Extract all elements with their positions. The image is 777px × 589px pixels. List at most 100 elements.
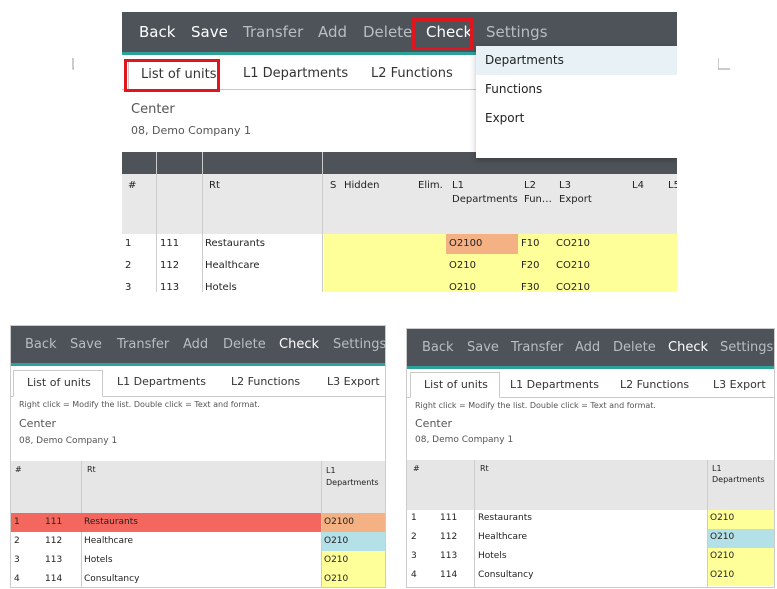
bl-row-4-num: 4: [14, 574, 20, 584]
top-grid-col-divider: [156, 152, 157, 292]
tab-l3-export[interactable]: L3 Export: [713, 378, 766, 391]
dropdown-item-export[interactable]: Export: [476, 104, 677, 133]
col-header-l1-line2: Departments: [712, 475, 765, 484]
check-button[interactable]: Check: [279, 337, 319, 352]
col-header-l1-line1: L1: [326, 466, 336, 475]
tab-l1-departments[interactable]: L1 Departments: [510, 378, 599, 391]
delete-button[interactable]: Delete: [363, 23, 412, 41]
bl-row-3-l1[interactable]: O210: [324, 555, 348, 565]
tab-l2-functions[interactable]: L2 Functions: [620, 378, 689, 391]
delete-button[interactable]: Delete: [613, 340, 656, 355]
settings-button[interactable]: Settings: [486, 23, 548, 41]
bl-row-1-name[interactable]: Restaurants: [84, 517, 138, 527]
bottom-right-panel: Back Save Transfer Add Delete Check Sett…: [406, 328, 775, 588]
transfer-button[interactable]: Transfer: [243, 23, 303, 41]
top-row-3-l3[interactable]: CO210: [556, 282, 590, 292]
save-button[interactable]: Save: [70, 337, 102, 352]
check-button[interactable]: Check: [668, 340, 708, 355]
bl-row-2-l1[interactable]: O210: [324, 536, 348, 546]
save-button[interactable]: Save: [467, 340, 499, 355]
center-label: Center: [131, 102, 175, 117]
top-row-3-name[interactable]: Hotels: [205, 282, 237, 292]
top-row-2-code: 112: [160, 260, 180, 271]
tab-l1-departments[interactable]: L1 Departments: [243, 66, 348, 81]
br-row-2-name[interactable]: Healthcare: [478, 532, 527, 542]
br-row-3-l1[interactable]: O210: [710, 551, 734, 561]
top-row-1-l2[interactable]: F10: [521, 238, 539, 249]
check-highlight-box: [412, 18, 473, 50]
tab-l1-departments[interactable]: L1 Departments: [117, 375, 206, 388]
tab-l2-functions[interactable]: L2 Functions: [231, 375, 300, 388]
top-row-3-l2[interactable]: F30: [521, 282, 539, 292]
br-row-3-name[interactable]: Hotels: [478, 551, 507, 561]
back-button[interactable]: Back: [139, 23, 175, 41]
br-row-1-num: 1: [411, 513, 417, 523]
company-value: 08, Demo Company 1: [131, 124, 251, 137]
br-row-3-num: 3: [411, 551, 417, 561]
br-row-1-name[interactable]: Restaurants: [478, 513, 532, 523]
col-header-l5: L5: [668, 180, 677, 191]
br-toolbar: Back Save Transfer Add Delete Check Sett…: [407, 329, 774, 369]
top-panel: Back Save Transfer Add Delete Check Sett…: [122, 12, 677, 292]
top-row-2-l3[interactable]: CO210: [556, 260, 590, 271]
col-header-l2-line2: Fun…: [524, 194, 552, 205]
corner-mark-left: [72, 58, 74, 70]
delete-button[interactable]: Delete: [223, 337, 266, 352]
top-row-1-l1[interactable]: O2100: [449, 238, 482, 249]
top-row-2-l1[interactable]: O210: [449, 260, 476, 271]
back-button[interactable]: Back: [25, 337, 57, 352]
top-row-1-l3[interactable]: CO210: [556, 238, 590, 249]
top-row-3-l1[interactable]: O210: [449, 282, 476, 292]
bl-row-2-num: 2: [14, 536, 20, 546]
top-row-1-name[interactable]: Restaurants: [205, 238, 265, 249]
settings-button[interactable]: Settings: [333, 337, 385, 352]
transfer-button[interactable]: Transfer: [117, 337, 169, 352]
bl-row-2-name[interactable]: Healthcare: [84, 536, 133, 546]
settings-button[interactable]: Settings: [720, 340, 773, 355]
bl-row-4-code: 114: [45, 574, 63, 584]
add-button[interactable]: Add: [318, 23, 347, 41]
br-row-2-l1[interactable]: O210: [710, 532, 734, 542]
top-row-2-l2[interactable]: F20: [521, 260, 539, 271]
tab-l3-export[interactable]: L3 Export: [327, 375, 380, 388]
dropdown-item-functions[interactable]: Functions: [476, 75, 677, 104]
add-button[interactable]: Add: [575, 340, 600, 355]
bl-row-1-l1[interactable]: O2100: [324, 517, 354, 527]
bl-row-3-name[interactable]: Hotels: [84, 555, 113, 565]
bl-row-4-name[interactable]: Consultancy: [84, 574, 139, 584]
col-header-rt: Rt: [480, 464, 489, 473]
check-dropdown-menu: Departments Functions Export: [476, 46, 677, 158]
br-row-1-l1[interactable]: O210: [710, 513, 734, 523]
transfer-button[interactable]: Transfer: [511, 340, 563, 355]
col-header-elim: Elim.: [418, 180, 443, 191]
br-col-divider: [474, 460, 475, 587]
add-button[interactable]: Add: [183, 337, 208, 352]
bl-row-4-l1[interactable]: O210: [324, 574, 348, 584]
corner-mark-right: [718, 58, 730, 70]
top-grid-header: [122, 152, 677, 234]
col-header-num: #: [15, 465, 22, 474]
col-header-hidden: Hidden: [344, 180, 380, 191]
save-button[interactable]: Save: [191, 23, 228, 41]
hint-text: Right click = Modify the list. Double cl…: [415, 401, 656, 410]
col-header-num: #: [128, 180, 137, 191]
tab-list-of-units[interactable]: List of units: [13, 370, 103, 397]
col-header-l1-line2: Departments: [452, 194, 518, 205]
col-header-rt: Rt: [87, 465, 96, 474]
tab-list-of-units[interactable]: List of units: [410, 372, 500, 398]
back-button[interactable]: Back: [422, 340, 454, 355]
top-row-2-num: 2: [125, 260, 132, 271]
col-header-l1-line1: L1: [712, 464, 722, 473]
bl-row-1-code: 111: [45, 517, 63, 527]
br-row-4-code: 114: [440, 570, 458, 580]
br-row-4-name[interactable]: Consultancy: [478, 570, 533, 580]
bl-row-2-code: 112: [45, 536, 63, 546]
tab-l2-functions[interactable]: L2 Functions: [371, 66, 453, 81]
br-row-4-l1[interactable]: O210: [710, 570, 734, 580]
dropdown-item-label: Departments: [485, 53, 564, 67]
bl-row-3-code: 113: [45, 555, 63, 565]
br-row-2-num: 2: [411, 532, 417, 542]
top-row-2-name[interactable]: Healthcare: [205, 260, 260, 271]
hint-text: Right click = Modify the list. Double cl…: [19, 400, 260, 409]
dropdown-item-departments[interactable]: Departments: [476, 46, 677, 75]
